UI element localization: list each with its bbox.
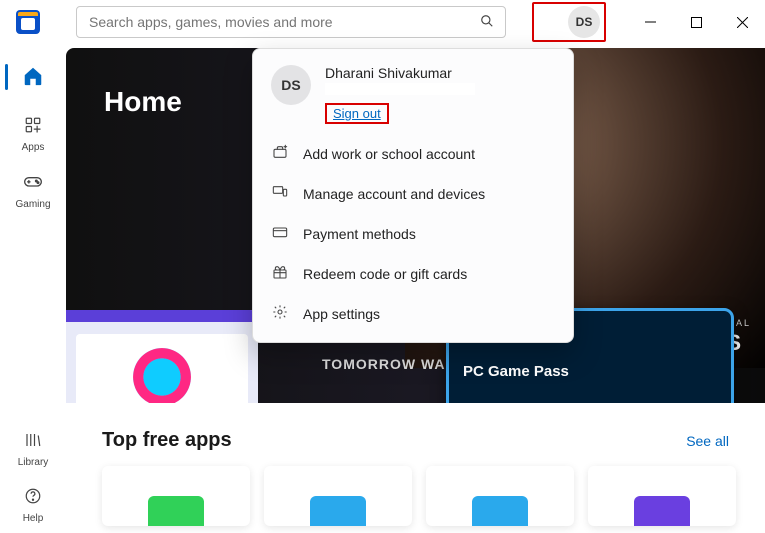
sidebar-item-home[interactable]: Home [3, 50, 63, 106]
profile-button[interactable]: DS [568, 6, 600, 38]
app-card[interactable] [426, 466, 574, 526]
game-pass-label: PC Game Pass [463, 363, 569, 380]
app-thumb-icon [310, 496, 366, 526]
menu-item-label: Add work or school account [303, 146, 475, 162]
help-icon [24, 487, 42, 510]
app-card-row [66, 452, 765, 526]
maximize-button[interactable] [673, 0, 719, 44]
app-thumb-icon [148, 496, 204, 526]
menu-item-label: App settings [303, 306, 380, 322]
menu-payment-methods[interactable]: Payment methods [253, 214, 573, 254]
sidebar-item-label: Library [18, 457, 49, 468]
card-icon [271, 224, 289, 244]
search-icon[interactable] [469, 14, 505, 31]
library-icon [24, 431, 42, 454]
sidebar-item-apps[interactable]: Apps [3, 106, 63, 162]
apps-icon [24, 116, 42, 139]
account-dropdown: DS Dharani Shivakumar Sign out Add work … [252, 48, 574, 343]
menu-redeem-code[interactable]: Redeem code or gift cards [253, 254, 573, 294]
card-header-bar [66, 310, 258, 322]
sidebar-item-label: Gaming [15, 199, 50, 210]
sign-out-link[interactable]: Sign out [325, 103, 389, 124]
app-card[interactable] [588, 466, 736, 526]
store-logo-icon [16, 10, 40, 34]
sidebar-item-help[interactable]: Help [3, 477, 63, 533]
hero-tile-subtitle: TOMORROW WAR [322, 356, 457, 372]
app-thumb-icon [634, 496, 690, 526]
app-thumb-icon [472, 496, 528, 526]
menu-item-label: Payment methods [303, 226, 416, 242]
account-name: Dharani Shivakumar [325, 65, 475, 81]
gaming-icon [23, 171, 43, 196]
sidebar-nav: Home Apps Gaming Library Help [0, 44, 66, 533]
title-bar: DS [0, 0, 765, 44]
minimize-button[interactable] [627, 0, 673, 44]
briefcase-icon [271, 144, 289, 164]
sidebar-item-library[interactable]: Library [3, 421, 63, 477]
section-heading: Top free apps [102, 429, 232, 452]
gear-icon [271, 304, 289, 324]
featured-app-card[interactable] [66, 310, 258, 403]
app-card[interactable] [264, 466, 412, 526]
sidebar-item-label: Help [23, 513, 44, 524]
gift-icon [271, 264, 289, 284]
see-all-link[interactable]: See all [686, 433, 729, 449]
app-artwork-icon [133, 348, 191, 403]
menu-app-settings[interactable]: App settings [253, 294, 573, 334]
menu-manage-account[interactable]: Manage account and devices [253, 174, 573, 214]
app-card[interactable] [102, 466, 250, 526]
menu-add-work-account[interactable]: Add work or school account [253, 134, 573, 174]
sidebar-item-label: Apps [22, 142, 45, 153]
menu-item-label: Manage account and devices [303, 186, 485, 202]
search-box[interactable] [76, 6, 506, 38]
menu-item-label: Redeem code or gift cards [303, 266, 467, 282]
close-button[interactable] [719, 0, 765, 44]
sidebar-item-gaming[interactable]: Gaming [3, 162, 63, 218]
annotation-highlight: DS [532, 2, 606, 42]
account-avatar: DS [271, 65, 311, 105]
home-icon [22, 65, 44, 92]
search-input[interactable] [77, 14, 469, 30]
account-email-redacted [325, 83, 475, 95]
devices-icon [271, 184, 289, 204]
